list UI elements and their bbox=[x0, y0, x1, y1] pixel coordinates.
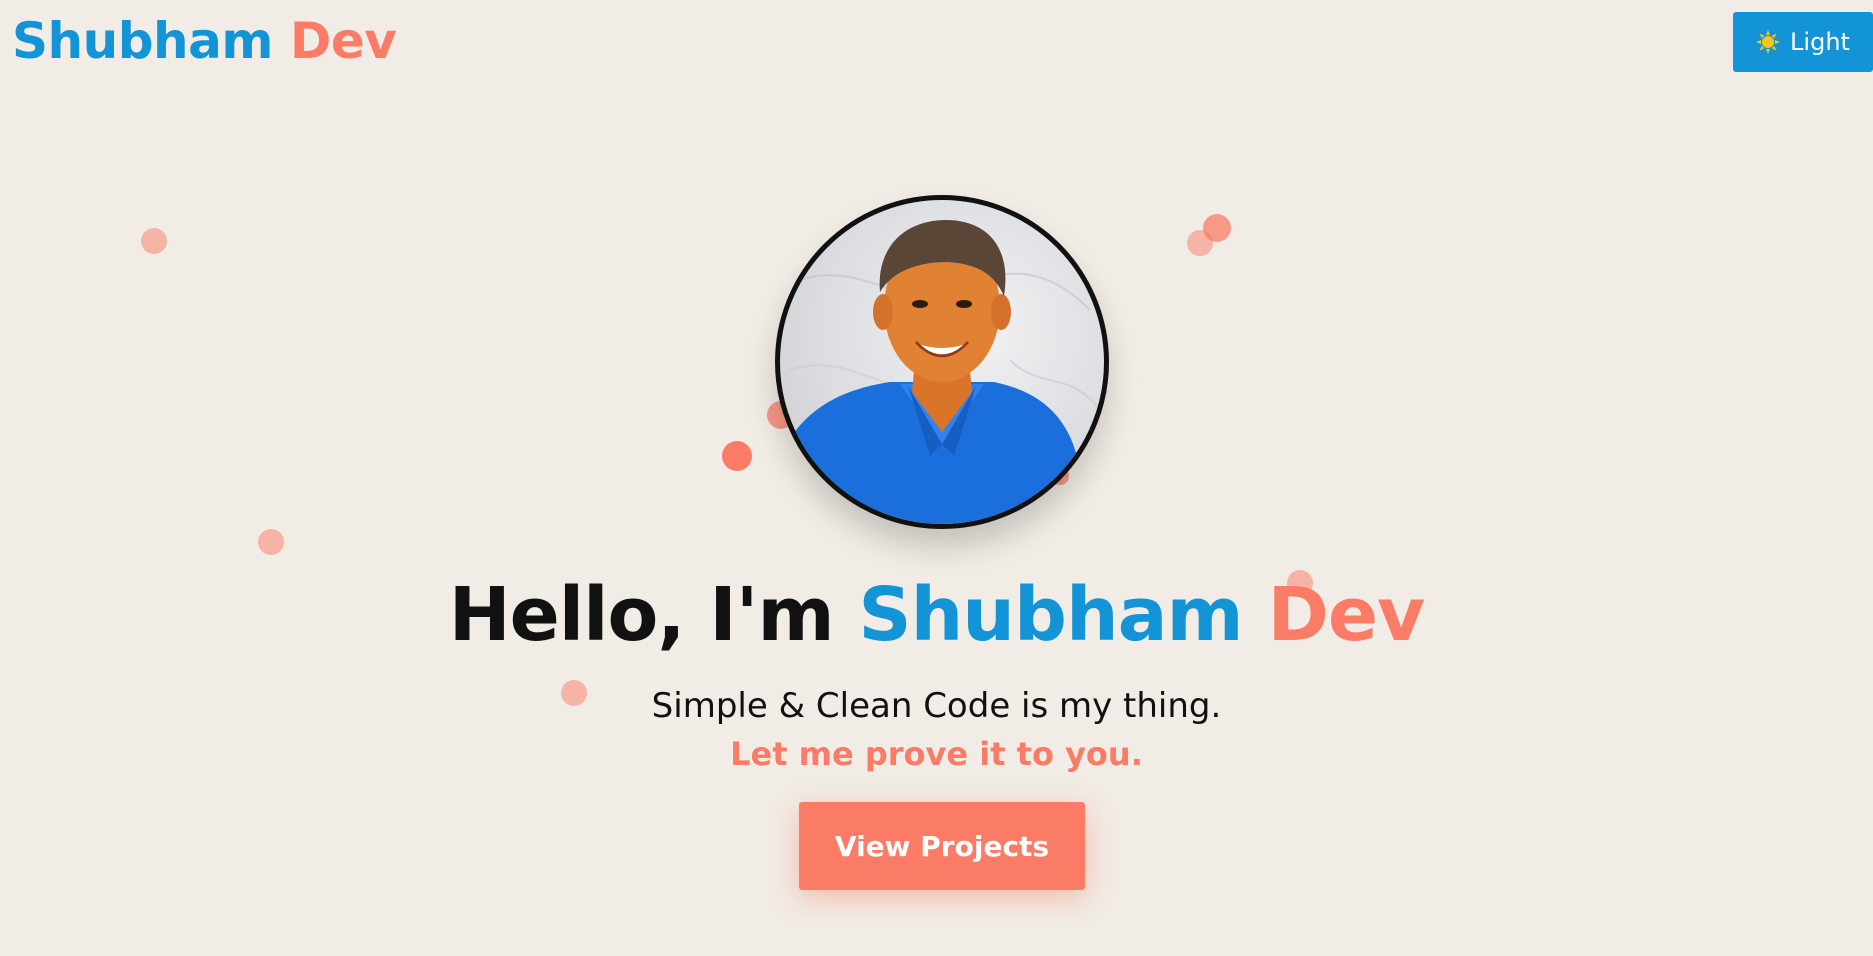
decorative-particle bbox=[722, 441, 752, 471]
page: Shubham Dev Light Hello, I'm Shubham Dev… bbox=[0, 0, 1873, 956]
brand-first-name: Shubham bbox=[12, 12, 273, 70]
hero-headline: Hello, I'm Shubham Dev bbox=[0, 572, 1873, 658]
hero-greeting: Hello, I'm bbox=[448, 572, 859, 658]
hero-name-first: Shubham bbox=[858, 572, 1243, 658]
sun-icon bbox=[1756, 30, 1781, 54]
decorative-particle bbox=[141, 228, 167, 254]
hero-subtagline: Let me prove it to you. bbox=[730, 735, 1143, 773]
brand-logo[interactable]: Shubham Dev bbox=[12, 12, 397, 70]
view-projects-button[interactable]: View Projects bbox=[799, 802, 1085, 890]
brand-last-name: Dev bbox=[289, 12, 397, 70]
hero-tagline: Simple & Clean Code is my thing. bbox=[651, 686, 1222, 726]
theme-toggle-label: Light bbox=[1790, 28, 1850, 56]
hero-name-last: Dev bbox=[1267, 572, 1425, 658]
decorative-particle bbox=[258, 529, 284, 555]
theme-toggle-button[interactable]: Light bbox=[1733, 12, 1873, 72]
profile-photo bbox=[775, 195, 1109, 529]
decorative-particle bbox=[1203, 214, 1231, 242]
portrait-illustration bbox=[780, 220, 1101, 524]
